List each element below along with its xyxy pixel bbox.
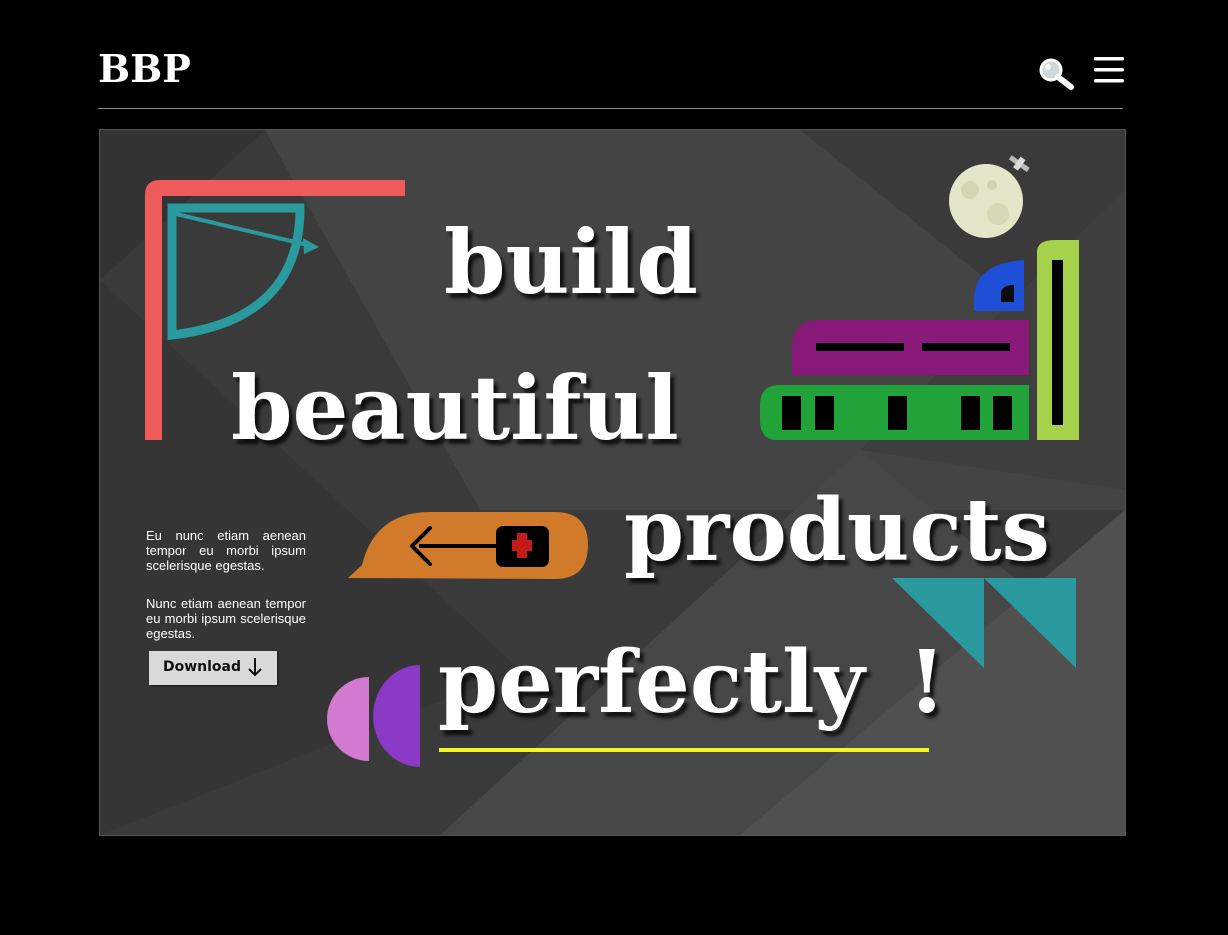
- headline-word-products: products: [624, 480, 1050, 581]
- hero-banner: build beautiful products perfectly ! Eu …: [99, 129, 1126, 836]
- moon-shape: [949, 164, 1023, 238]
- hamburger-menu-icon[interactable]: [1094, 56, 1124, 84]
- download-button-label: Download: [162, 659, 242, 675]
- arrow-down-icon: [248, 658, 262, 677]
- intro-paragraph-2: Nunc etiam aenean tempor eu morbi ipsum …: [146, 596, 306, 641]
- logo[interactable]: BBP: [98, 46, 191, 91]
- headline-underline: [439, 748, 929, 752]
- headline-exclamation: !: [908, 632, 946, 733]
- headline-word-build: build: [444, 210, 698, 314]
- search-icon[interactable]: [1036, 56, 1076, 92]
- headline-word-perfectly: perfectly: [438, 632, 865, 733]
- purple-half-circle-shape: [373, 665, 420, 767]
- download-button[interactable]: Download: [149, 651, 277, 685]
- intro-paragraph-1: Eu nunc etiam aenean tempor eu morbi ips…: [146, 528, 306, 573]
- header-divider: [98, 108, 1123, 109]
- blue-quarter-shape: [974, 260, 1024, 311]
- pink-half-circle-shape: [327, 677, 369, 761]
- headline-word-beautiful: beautiful: [231, 356, 679, 460]
- satellite-icon: [1008, 155, 1030, 172]
